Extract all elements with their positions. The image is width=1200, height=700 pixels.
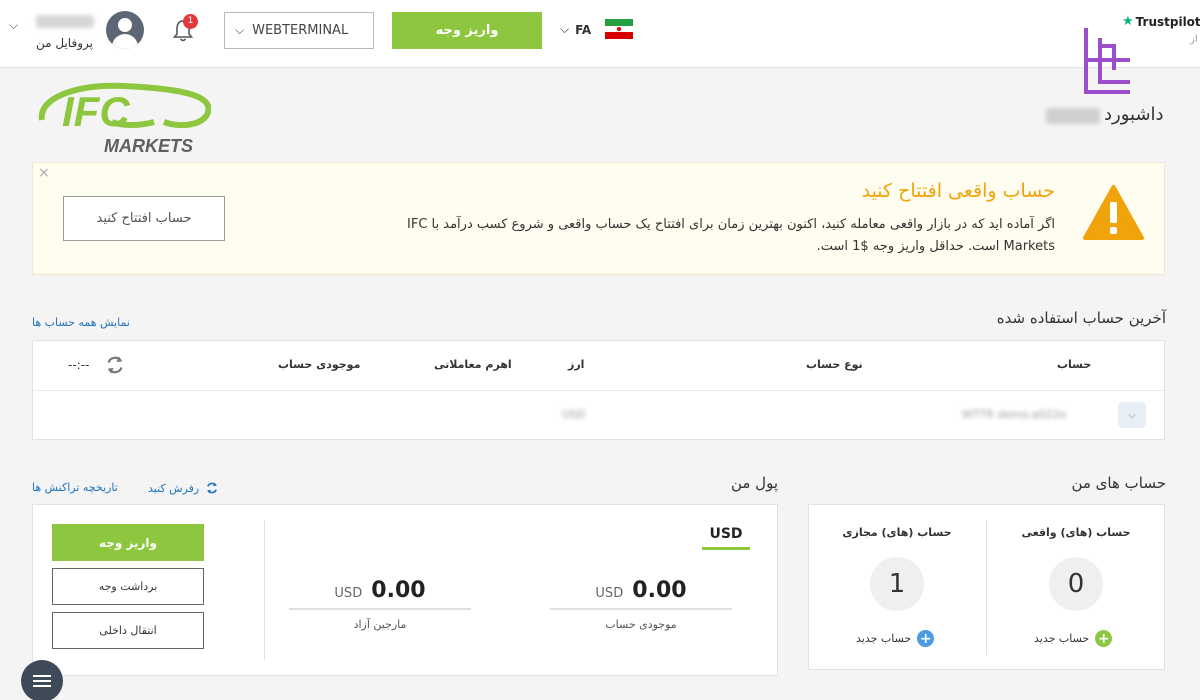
column-header-account-type: نوع حساب: [806, 358, 863, 371]
refresh-icon: [207, 482, 218, 494]
new-demo-account-label: حساب جدید: [856, 632, 912, 645]
deposit-button[interactable]: واریز وجه: [52, 524, 204, 561]
language-selector[interactable]: ⌵ FA: [560, 22, 591, 37]
avatar[interactable]: [106, 11, 144, 49]
alert-title: حساب واقعی افتتاح کنید: [861, 180, 1055, 202]
open-account-button[interactable]: حساب افتتاح کنید: [63, 196, 225, 241]
profile-dropdown-chevron-icon[interactable]: ⌵: [9, 18, 18, 33]
new-demo-account-link[interactable]: + حساب جدید: [856, 630, 935, 647]
terminal-select-value: WEBTERMINAL: [252, 23, 349, 38]
free-margin-label: مارجین آزاد: [353, 618, 407, 631]
chevron-down-icon: ⌵: [560, 22, 570, 36]
balance-currency: USD: [595, 586, 624, 601]
table-cell-currency: USD: [562, 408, 586, 421]
balance-underline: [550, 608, 732, 610]
trustpilot-sub: از: [1190, 34, 1198, 45]
plus-icon: +: [1095, 630, 1113, 647]
balance-placeholder: --:--: [68, 358, 90, 372]
my-money-title: پول من: [730, 474, 778, 492]
demo-accounts-count[interactable]: 1: [870, 557, 924, 611]
avatar-body-shape: [112, 34, 138, 49]
refresh-icon[interactable]: [104, 354, 126, 376]
dashboard-user-blurred: [1046, 108, 1100, 124]
column-header-currency: ارز: [568, 358, 585, 371]
new-real-account-label: حساب جدید: [1034, 632, 1090, 645]
new-real-account-link[interactable]: + حساب جدید: [1034, 630, 1113, 647]
real-accounts-count[interactable]: 0: [1049, 557, 1103, 611]
free-margin-currency: USD: [334, 586, 363, 601]
transaction-history-link[interactable]: تاریخچه تراکنش ها: [32, 481, 118, 494]
withdraw-button[interactable]: برداشت وجه: [52, 568, 204, 605]
deposit-button-header[interactable]: واریز وجه: [392, 12, 542, 49]
table-header-divider: [33, 390, 1164, 391]
show-all-accounts-link[interactable]: نمایش همه حساب ها: [32, 316, 130, 329]
profile-link[interactable]: پروفایل من: [36, 36, 93, 50]
terminal-select[interactable]: ⌵ WEBTERMINAL: [224, 12, 374, 49]
page-title: داشبورد: [1104, 104, 1164, 125]
hamburger-icon[interactable]: [21, 660, 63, 700]
close-icon[interactable]: ×: [38, 165, 50, 181]
column-header-leverage: اهرم معاملاتی: [434, 358, 512, 371]
balance-value: 0.00: [632, 578, 687, 603]
trustpilot-label: Trustpilot: [1135, 14, 1200, 29]
balance-amount: USD 0.00: [550, 578, 732, 603]
plus-icon: +: [917, 630, 935, 647]
my-accounts-title: حساب های من: [1071, 474, 1166, 492]
free-margin-amount: USD 0.00: [289, 578, 471, 603]
svg-text:MARKETS: MARKETS: [104, 136, 193, 156]
ifc-markets-logo[interactable]: IFC MARKETS: [36, 78, 211, 156]
balance-label: موجودی حساب: [605, 618, 677, 631]
chevron-down-icon: ⌵: [235, 23, 245, 37]
avatar-head-shape: [118, 18, 132, 32]
currency-tab-usd[interactable]: USD: [702, 526, 750, 550]
warning-icon: [1083, 185, 1144, 240]
last-used-account-title: آخرین حساب استفاده شده: [996, 309, 1166, 327]
last-used-account-table: [32, 340, 1165, 440]
refresh-money-link[interactable]: رفرش کنید: [148, 481, 219, 495]
column-header-account: حساب: [1057, 358, 1092, 371]
accounts-card-divider: [986, 520, 987, 655]
hamburger-lines: [33, 672, 51, 690]
refresh-money-label: رفرش کنید: [148, 481, 200, 495]
money-card-divider: [264, 520, 265, 660]
column-header-balance: موجودی حساب: [278, 358, 361, 371]
free-margin-value: 0.00: [371, 578, 426, 603]
demo-accounts-label: حساب (های) مجازی: [842, 526, 952, 539]
free-margin-underline: [289, 608, 471, 610]
svg-text:IFC: IFC: [62, 88, 130, 135]
table-cell-account-id[interactable]: WTTR demo.a022e: [962, 408, 1066, 421]
notification-badge: 1: [183, 14, 198, 29]
iran-flag-icon[interactable]: [605, 19, 633, 39]
user-name-blurred: [36, 15, 94, 28]
brand-watermark-logo: [1084, 28, 1130, 94]
internal-transfer-button[interactable]: انتقال داخلی: [52, 612, 204, 649]
alert-text: اگر آماده اید که در بازار واقعی معامله ک…: [407, 217, 1055, 254]
language-code: FA: [575, 22, 592, 37]
real-accounts-label: حساب (های) واقعی: [1021, 526, 1131, 539]
row-expand-chevron-icon[interactable]: ⌵: [1118, 402, 1146, 428]
